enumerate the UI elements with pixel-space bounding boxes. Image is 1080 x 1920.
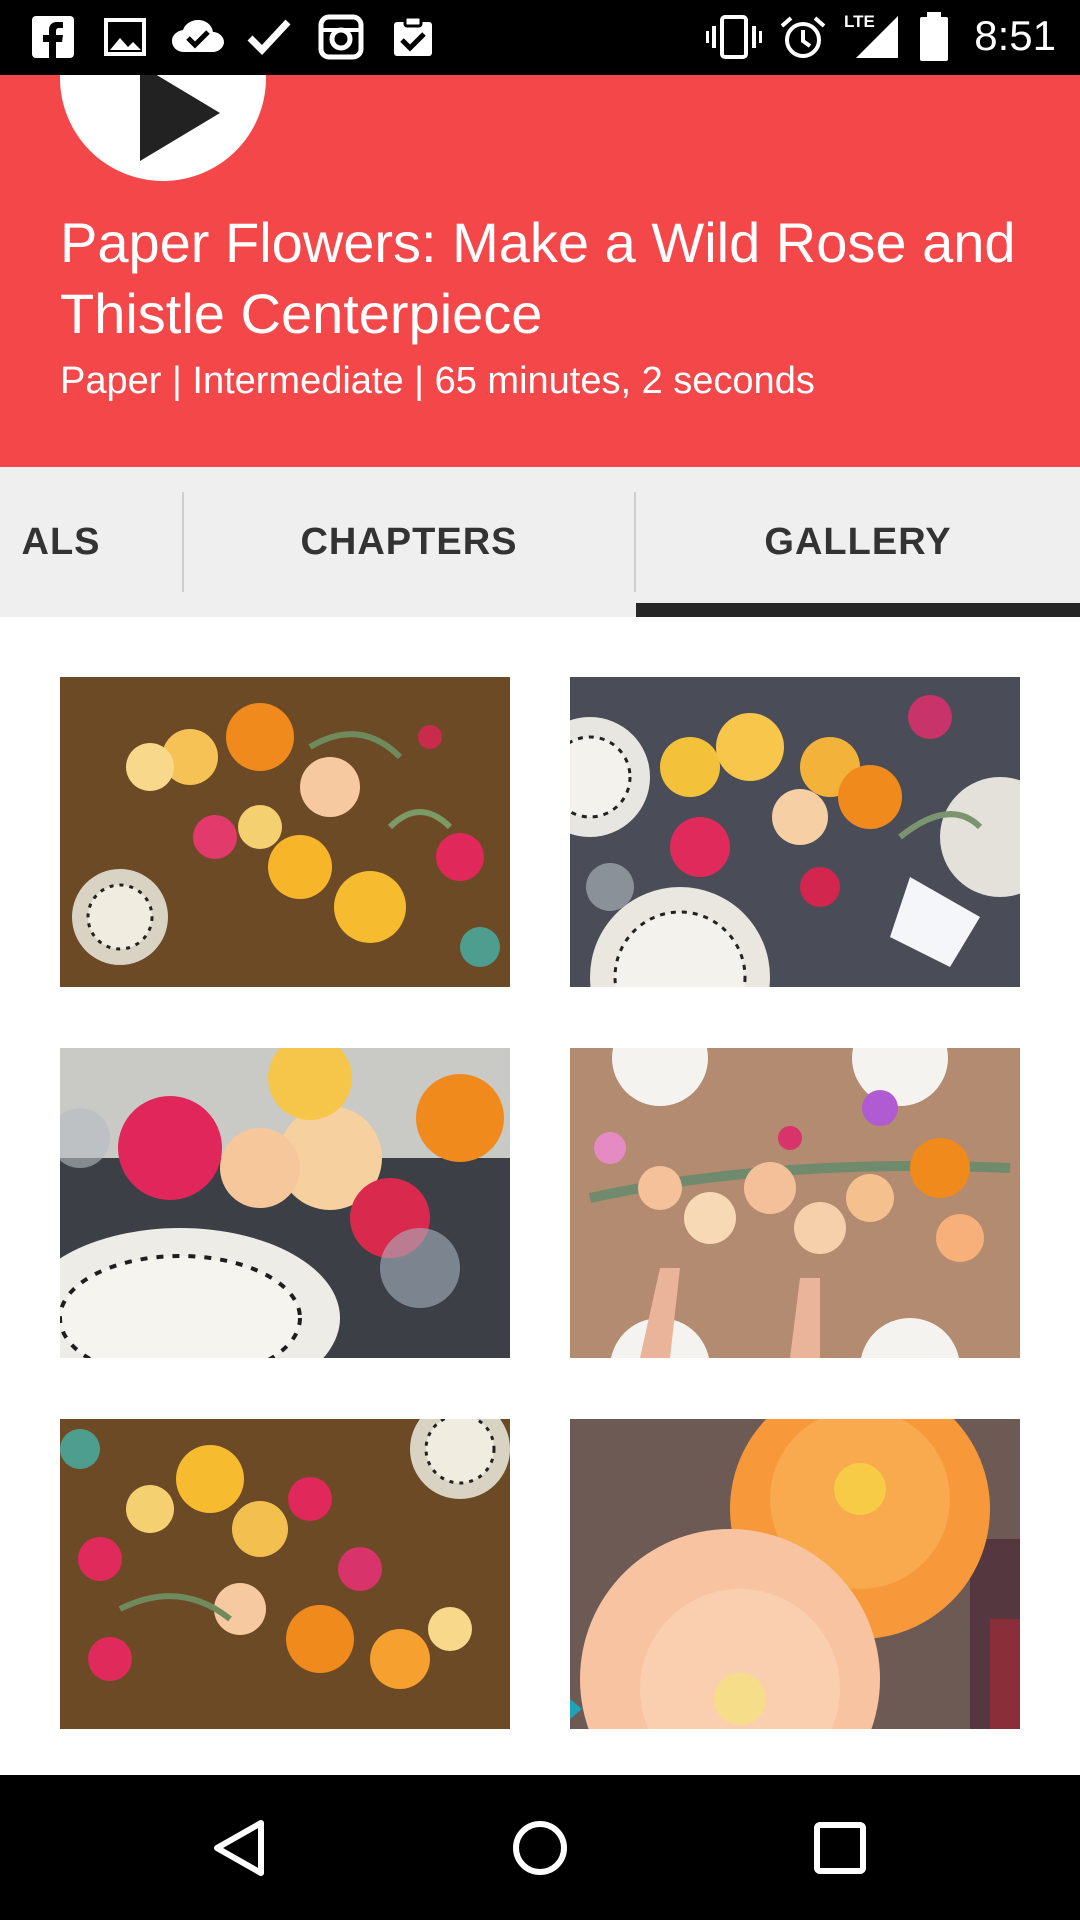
recents-icon[interactable] — [805, 1813, 875, 1883]
flower-photo-icon — [570, 677, 1020, 987]
tab-label: ALS — [21, 520, 101, 563]
image-icon — [104, 18, 146, 56]
clock: 8:51 — [974, 12, 1056, 59]
navigation-bar — [0, 1775, 1080, 1920]
tab-selected-indicator — [636, 603, 1080, 617]
gallery-image[interactable] — [60, 1419, 510, 1729]
gallery-image[interactable] — [570, 1048, 1020, 1358]
tab-gallery[interactable]: GALLERY — [636, 467, 1080, 617]
flower-photo-icon — [60, 1048, 510, 1358]
gallery-grid — [0, 617, 1080, 1775]
tab-label: GALLERY — [764, 520, 952, 563]
alarm-icon — [780, 16, 826, 58]
flower-photo-icon — [570, 1048, 1020, 1358]
back-icon[interactable] — [205, 1813, 275, 1883]
cloud-check-icon — [172, 20, 224, 52]
gallery-image[interactable] — [60, 677, 510, 987]
status-bar: LTE 8:51 — [0, 0, 1080, 75]
flower-photo-icon — [60, 1419, 510, 1729]
lte-signal-icon: LTE — [842, 12, 900, 62]
instagram-icon — [318, 14, 364, 60]
tab-bar: ALS CHAPTERS GALLERY — [0, 467, 1080, 617]
facebook-icon — [32, 16, 74, 58]
flower-photo-icon — [60, 677, 510, 987]
gallery-image[interactable] — [60, 1048, 510, 1358]
course-meta: Paper | Intermediate | 65 minutes, 2 sec… — [60, 360, 815, 402]
tab-label: CHAPTERS — [300, 520, 518, 563]
home-icon[interactable] — [505, 1813, 575, 1883]
play-icon[interactable] — [140, 75, 220, 161]
tab-materials[interactable]: ALS — [0, 467, 182, 617]
course-title: Paper Flowers: Make a Wild Rose and This… — [60, 211, 1016, 345]
tab-chapters[interactable]: CHAPTERS — [184, 467, 634, 617]
flower-photo-icon — [570, 1419, 1020, 1729]
gallery-image[interactable] — [570, 1419, 1020, 1729]
course-header: Paper Flowers: Make a Wild Rose and This… — [0, 75, 1080, 467]
battery-icon — [920, 12, 948, 61]
clipboard-check-icon — [394, 15, 432, 56]
gallery-image[interactable] — [570, 677, 1020, 987]
vibrate-icon — [706, 15, 762, 59]
check-icon — [247, 19, 291, 56]
